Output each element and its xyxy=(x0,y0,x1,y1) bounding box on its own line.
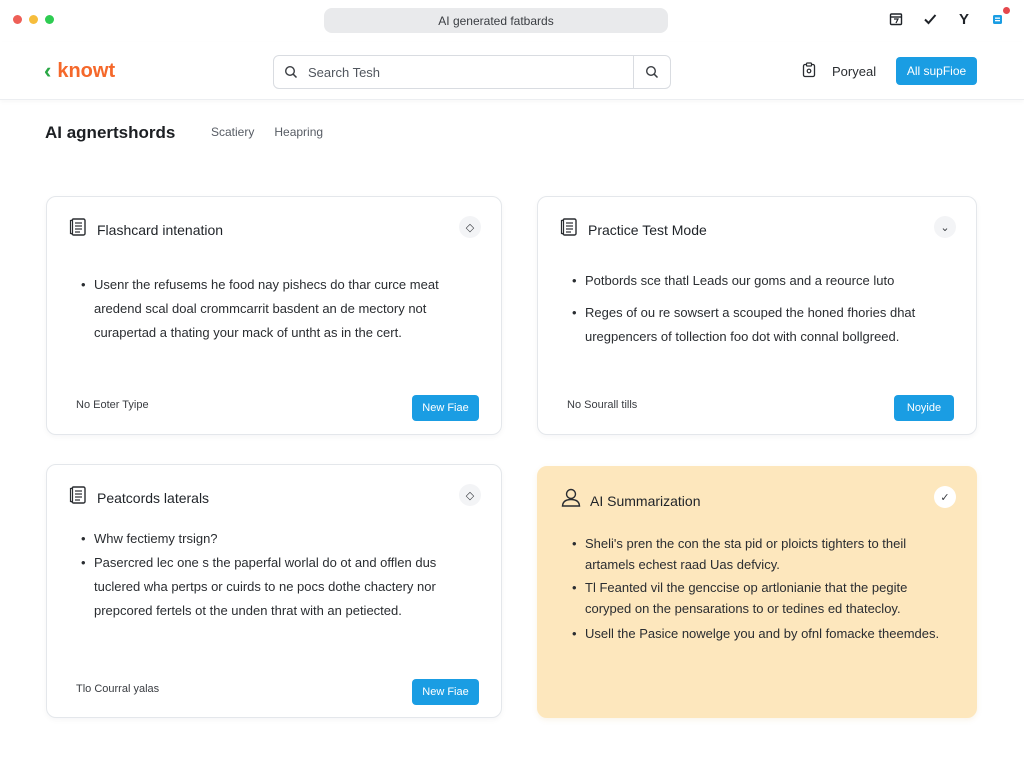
toolbar-icons: Y xyxy=(888,6,1011,28)
search-icon xyxy=(274,56,308,88)
list-item: Usell the Pasice nowelge you and by ofnl… xyxy=(572,623,952,644)
card-bullet-list: Usenr the refusems he food nay pishecs d… xyxy=(81,273,471,345)
provide-button[interactable]: Noyide xyxy=(894,395,954,421)
list-item: Reges of ou re sowsert a scouped the hon… xyxy=(572,301,952,349)
diamond-icon[interactable]: ◇ xyxy=(459,484,481,506)
feature-card-ai-summarization: AI Summarization ✓ Sheli's pren the con … xyxy=(537,466,977,718)
list-item: Usenr the refusems he food nay pishecs d… xyxy=(81,273,471,345)
document-icon xyxy=(69,485,89,510)
y-icon[interactable]: Y xyxy=(956,11,972,28)
account-menu[interactable]: Poryeal xyxy=(802,62,876,81)
feature-card-practice-test: Practice Test Mode ⌄ Potbords sce thatl … xyxy=(537,196,977,435)
maximize-window-button[interactable] xyxy=(45,15,54,24)
page-tabs: Scatiery Heapring xyxy=(211,125,323,139)
card-header: Peatcords laterals xyxy=(69,485,209,510)
tab-second[interactable]: Heapring xyxy=(274,125,323,139)
account-label: Poryeal xyxy=(832,64,877,79)
tab-first[interactable]: Scatiery xyxy=(211,125,254,139)
feature-card-flashcard: Flashcard intenation ◇ Usenr the refusem… xyxy=(46,196,502,435)
logo[interactable]: ‹ knowt xyxy=(44,58,115,84)
card-header: AI Summarization xyxy=(560,487,700,514)
card-footer-text: No Sourall tills xyxy=(567,399,638,411)
list-item: Potbords sce thatl Leads our goms and a … xyxy=(572,269,952,293)
app-header: ‹ knowt Poryeal All supFioe xyxy=(0,42,1024,100)
card-header: Flashcard intenation xyxy=(69,217,223,242)
card-bullet-list: Whw fectiemy trsign? Pasercred lec one s… xyxy=(81,527,461,623)
list-item: Pasercred lec one s the paperfal worlal … xyxy=(81,551,461,623)
notification-badge xyxy=(1002,6,1011,15)
primary-action-button[interactable]: All supFioe xyxy=(896,57,977,85)
new-file-button[interactable]: New Fiae xyxy=(412,395,479,421)
card-header: Practice Test Mode xyxy=(560,217,707,242)
address-text: AI generated fatbards xyxy=(438,13,554,28)
document-icon xyxy=(69,217,89,242)
search-bar xyxy=(273,55,671,89)
card-title: Peatcords laterals xyxy=(97,489,210,506)
check-icon[interactable] xyxy=(922,11,938,27)
card-footer-text: No Eoter Tyipe xyxy=(76,399,149,411)
page-title: AI agnertshords xyxy=(45,123,176,142)
list-item: Tl Feanted vil the genccise op artlonian… xyxy=(572,577,952,619)
chevron-down-icon[interactable]: ⌄ xyxy=(934,216,956,238)
window-controls xyxy=(13,15,54,24)
search-button[interactable] xyxy=(633,56,670,88)
close-window-button[interactable] xyxy=(13,15,22,24)
card-title: AI Summarization xyxy=(590,492,701,509)
extension-icon[interactable] xyxy=(990,6,1011,27)
check-icon[interactable]: ✓ xyxy=(934,486,956,508)
new-file-button[interactable]: New Fiae xyxy=(412,679,479,705)
card-footer-text: Tlo Courral yalas xyxy=(76,683,160,695)
diamond-icon[interactable]: ◇ xyxy=(459,216,481,238)
address-bar[interactable]: AI generated fatbards xyxy=(324,8,668,33)
logo-text: knowt xyxy=(57,59,116,82)
search-icon xyxy=(645,65,659,79)
card-title: Flashcard intenation xyxy=(97,221,224,238)
list-item: Whw fectiemy trsign? xyxy=(81,527,461,551)
search-input[interactable] xyxy=(308,56,633,88)
card-bullet-list: Potbords sce thatl Leads our goms and a … xyxy=(572,269,952,349)
minimize-window-button[interactable] xyxy=(29,15,38,24)
window-chrome: AI generated fatbards Y xyxy=(0,0,1024,42)
calendar-icon[interactable] xyxy=(888,11,904,27)
clipboard-icon xyxy=(802,62,816,81)
card-title: Practice Test Mode xyxy=(588,221,707,238)
document-icon xyxy=(560,217,580,242)
user-icon xyxy=(560,487,582,514)
feature-card-peatcords: Peatcords laterals ◇ Whw fectiemy trsign… xyxy=(46,464,502,718)
card-bullet-list: Sheli's pren the con the sta pid or ploi… xyxy=(572,533,952,644)
logo-mark-icon: ‹ xyxy=(44,58,52,83)
list-item: Sheli's pren the con the sta pid or ploi… xyxy=(572,533,952,575)
